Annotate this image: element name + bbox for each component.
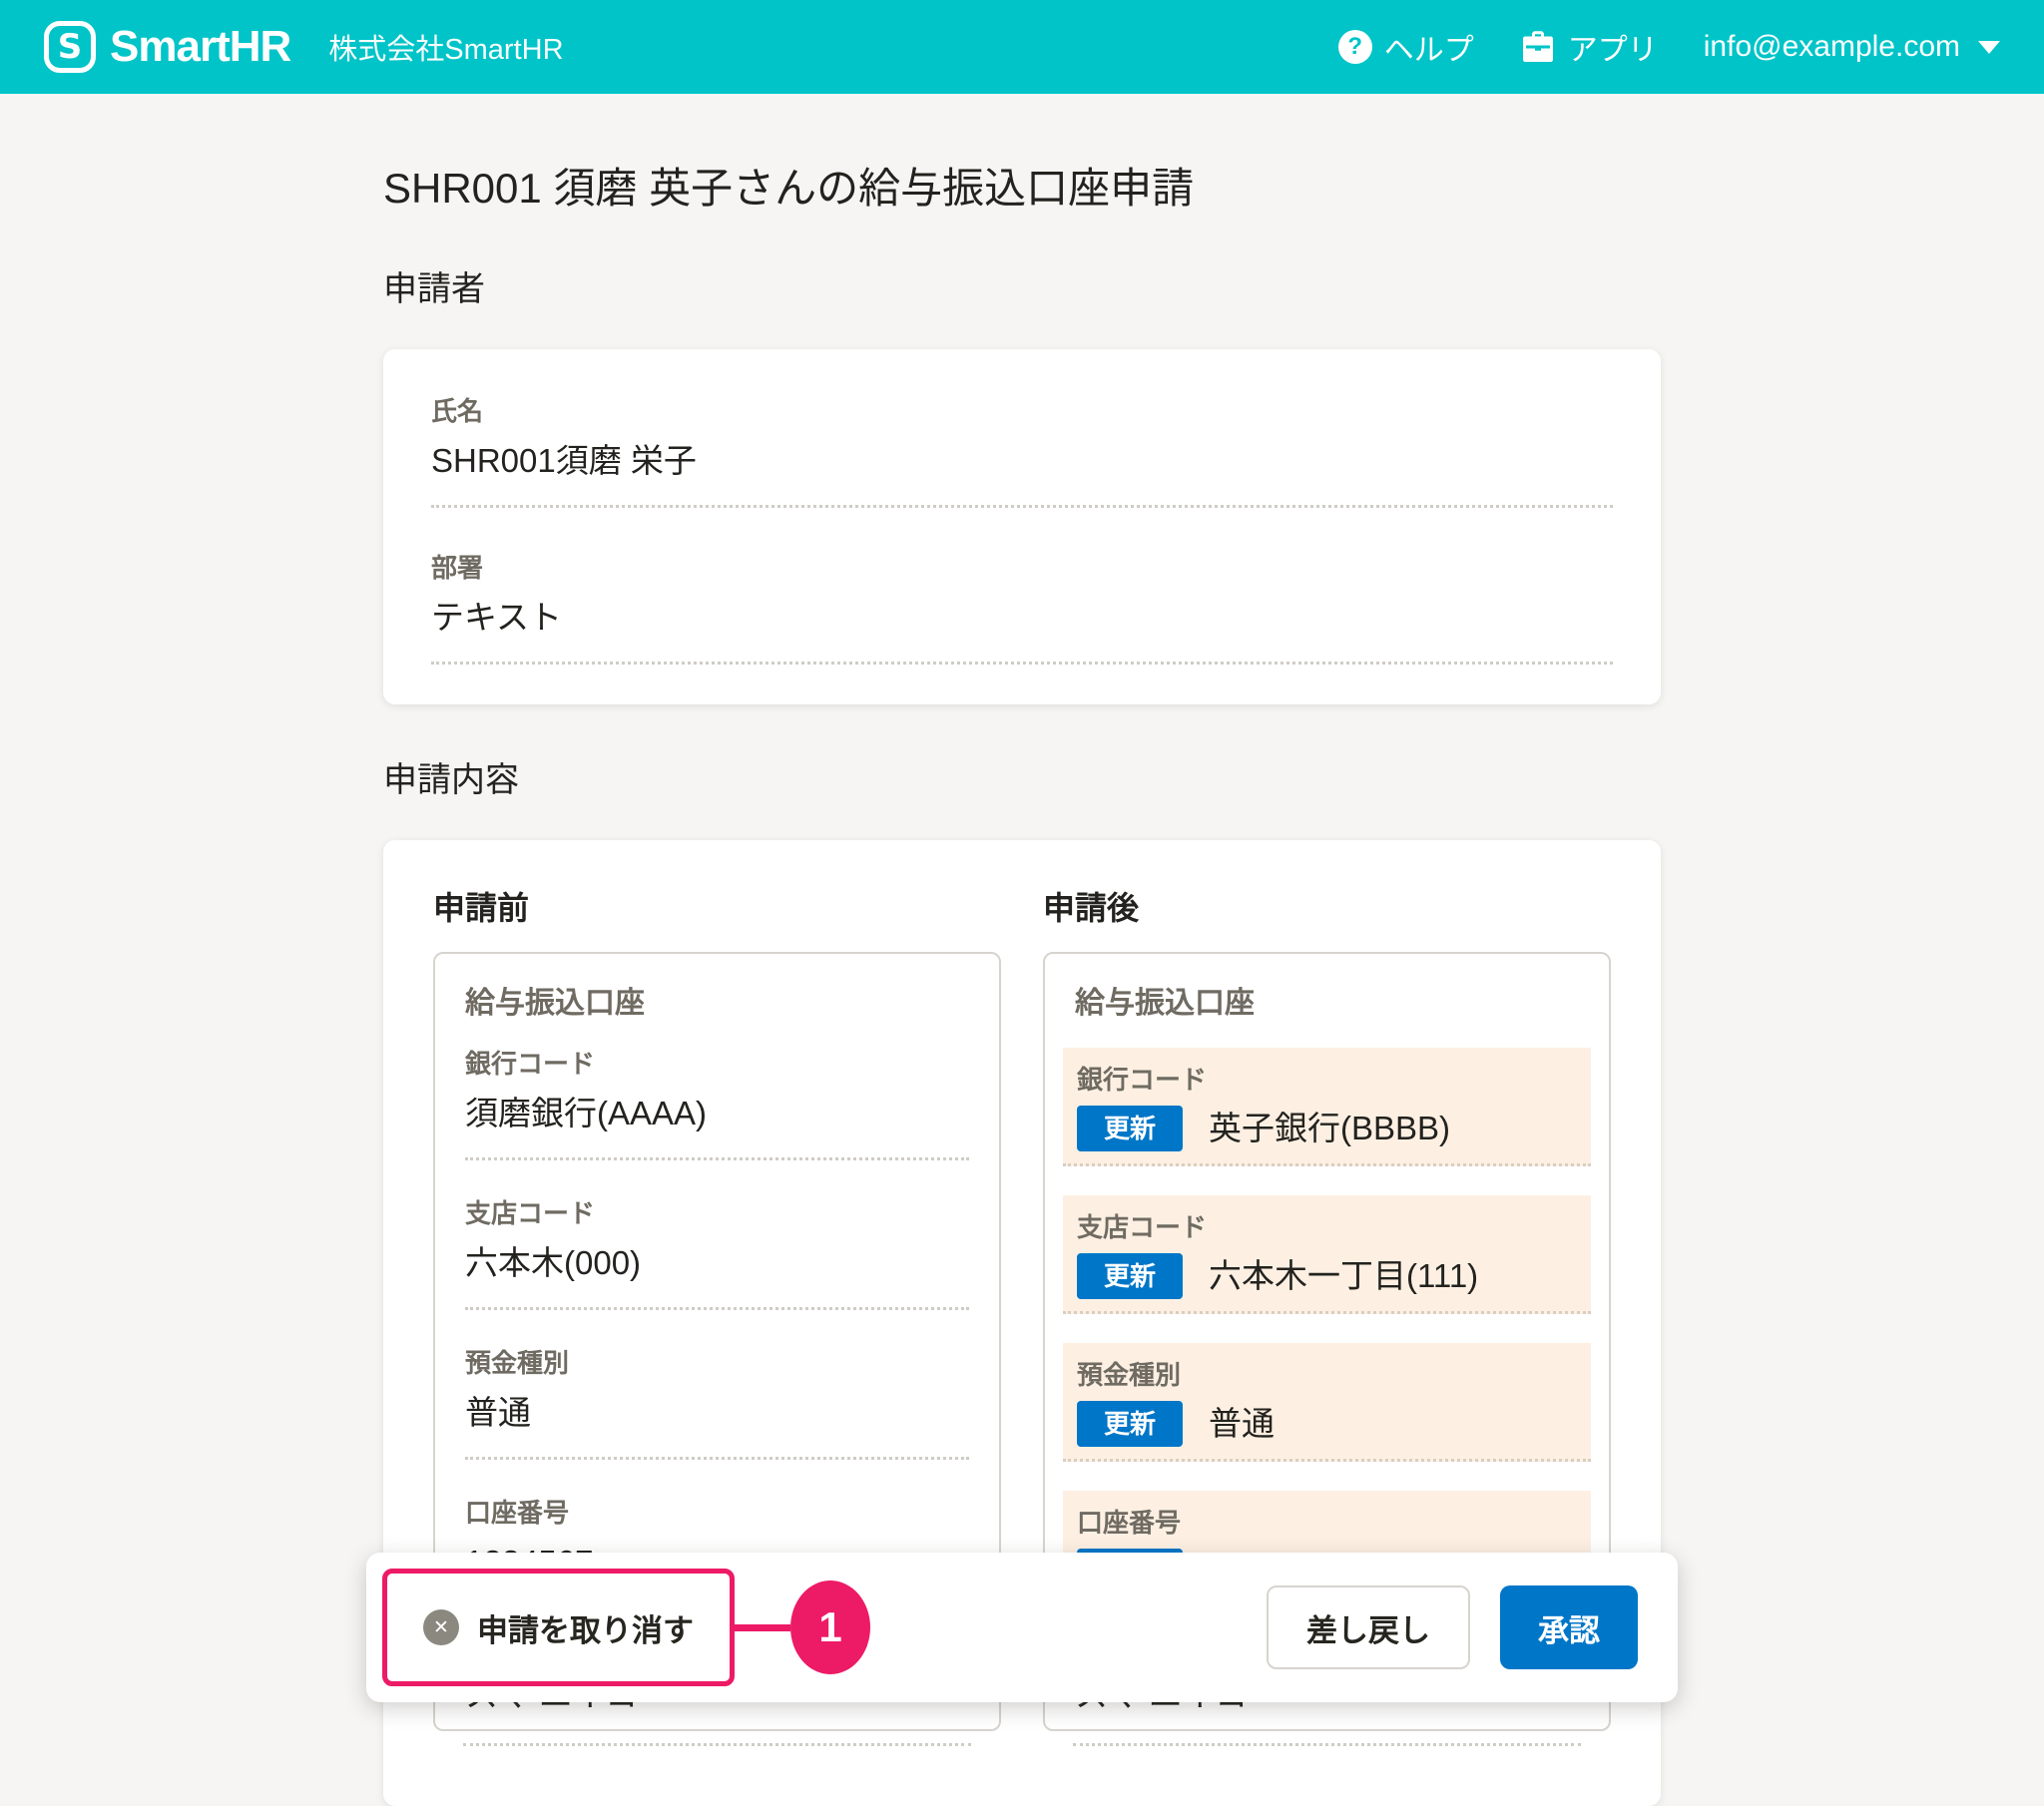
update-badge: 更新 [1077, 1253, 1183, 1299]
field-label: 氏名 [431, 395, 1613, 427]
help-label: ヘルプ [1384, 25, 1474, 69]
app-header: S SmartHR 株式会社SmartHR ? ヘルプ アプリ info@exa… [0, 0, 2044, 94]
sticky-action-bar: ✕ 申請を取り消す 1 差し戻し 承認 [366, 1553, 1678, 1702]
before-group-title: 給与振込口座 [465, 986, 969, 1022]
before-field-list: 銀行コード 須磨銀行(AAAA) 支店コード 六本木(000) 預金種別 [465, 1048, 969, 1609]
field-label: 口座番号 [1077, 1507, 1577, 1539]
field-value: 普通 [465, 1391, 969, 1435]
annotation-number-badge: 1 [790, 1580, 870, 1674]
after-column-header: 申請後 [1043, 890, 1611, 926]
field-value: 六本木(000) [465, 1241, 969, 1285]
action-bar-buttons: 差し戻し 承認 [1267, 1585, 1638, 1669]
field-value: 英子銀行(BBBB) [1209, 1106, 1450, 1151]
apps-label: アプリ [1568, 25, 1658, 69]
account-menu[interactable]: info@example.com [1704, 30, 2000, 64]
field-label: 預金種別 [1077, 1359, 1577, 1391]
after-field-list: 銀行コード 更新 英子銀行(BBBB) 支店コード 更新 [1075, 1048, 1579, 1609]
page-title: SHR001 須磨 英子さんの給与振込口座申請 [383, 164, 1661, 214]
cancel-request-button[interactable]: ✕ 申請を取り消す [382, 1569, 735, 1686]
field-label: 支店コード [465, 1197, 969, 1229]
briefcase-icon [1520, 30, 1556, 64]
field-label: 預金種別 [465, 1347, 969, 1379]
field-label: 部署 [431, 552, 1613, 584]
chevron-down-icon [1978, 41, 2000, 54]
cancel-annotation-group: ✕ 申請を取り消す 1 [382, 1569, 870, 1686]
field-value: 須磨銀行(AAAA) [465, 1092, 969, 1135]
field-value: テキスト [431, 596, 1613, 640]
field-value-row: 更新 六本木一丁目(111) [1077, 1253, 1577, 1299]
before-field-row: 銀行コード 須磨銀行(AAAA) [465, 1048, 969, 1160]
applicant-field-row: 氏名 SHR001須磨 栄子 [431, 395, 1613, 508]
after-field-row: 支店コード 更新 六本木一丁目(111) [1063, 1195, 1591, 1314]
field-value-row: 更新 英子銀行(BBBB) [1077, 1106, 1577, 1151]
after-field-row: 銀行コード 更新 英子銀行(BBBB) [1063, 1048, 1591, 1166]
remand-button[interactable]: 差し戻し [1267, 1585, 1470, 1669]
company-name: 株式会社SmartHR [328, 26, 563, 68]
field-value: 普通 [1209, 1401, 1275, 1447]
content-section-heading: 申請内容 [383, 760, 1661, 800]
applicant-field-row: 部署 テキスト [431, 552, 1613, 665]
field-value: 六本木一丁目(111) [1209, 1253, 1478, 1299]
divider [1073, 1743, 1581, 1746]
divider [463, 1743, 971, 1746]
update-badge: 更新 [1077, 1106, 1183, 1151]
after-group-title: 給与振込口座 [1075, 986, 1579, 1022]
applicant-card: 氏名 SHR001須磨 栄子 部署 テキスト [383, 349, 1661, 704]
apps-menu-item[interactable]: アプリ [1520, 25, 1658, 69]
field-label: 口座番号 [465, 1497, 969, 1529]
annotation-connector-line [735, 1624, 790, 1631]
header-right: ? ヘルプ アプリ info@example.com [1338, 25, 2000, 69]
update-badge: 更新 [1077, 1401, 1183, 1447]
field-value: SHR001須磨 栄子 [431, 439, 1613, 483]
before-field-row: 支店コード 六本木(000) [465, 1197, 969, 1310]
smarthr-logo-text: SmartHR [110, 22, 290, 72]
smarthr-logo[interactable]: S SmartHR [44, 21, 290, 73]
before-column-header: 申請前 [433, 890, 1001, 926]
field-label: 支店コード [1077, 1211, 1577, 1243]
smarthr-logo-icon: S [44, 21, 96, 73]
applicant-section-heading: 申請者 [383, 269, 1661, 309]
field-value-row: 更新 普通 [1077, 1401, 1577, 1447]
close-circle-icon: ✕ [423, 1609, 459, 1645]
after-field-row: 預金種別 更新 普通 [1063, 1343, 1591, 1462]
help-icon: ? [1338, 30, 1372, 64]
before-field-row: 預金種別 普通 [465, 1347, 969, 1460]
help-menu-item[interactable]: ? ヘルプ [1338, 25, 1474, 69]
approve-button[interactable]: 承認 [1500, 1585, 1638, 1669]
cancel-request-label: 申請を取り消す [477, 1605, 694, 1650]
field-label: 銀行コード [1077, 1064, 1577, 1096]
account-email: info@example.com [1704, 30, 1960, 64]
field-label: 銀行コード [465, 1048, 969, 1080]
